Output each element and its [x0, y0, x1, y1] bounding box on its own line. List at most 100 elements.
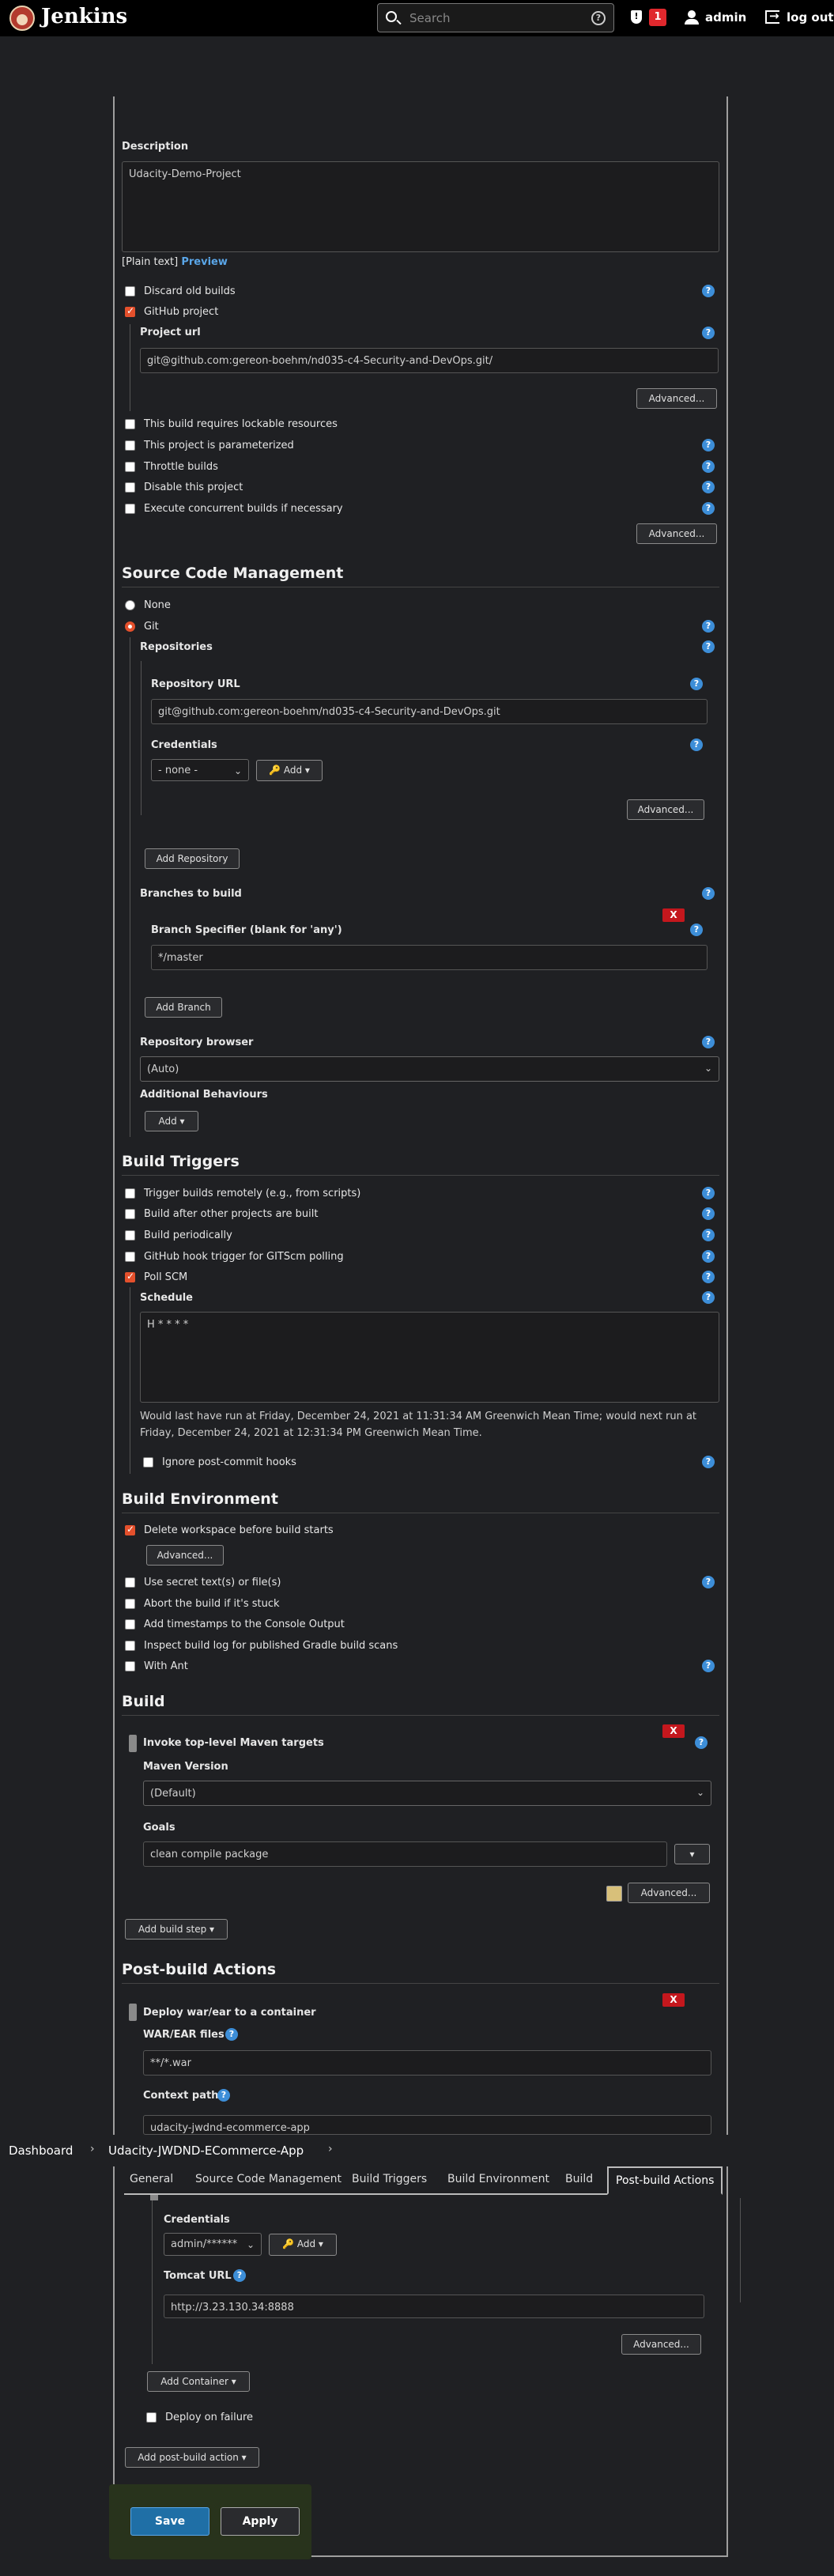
help-icon[interactable]: ?: [702, 887, 715, 900]
parameterized-checkbox[interactable]: [125, 440, 135, 451]
help-icon[interactable]: ?: [702, 1576, 715, 1588]
build-periodically-checkbox[interactable]: [125, 1230, 135, 1241]
tab-post-build-actions[interactable]: Post-build Actions: [607, 2166, 723, 2195]
security-shield-icon[interactable]: !: [631, 10, 642, 24]
help-icon[interactable]: ?: [702, 1456, 715, 1468]
help-icon[interactable]: ?: [702, 502, 715, 515]
timestamps-checkbox[interactable]: [125, 1619, 135, 1630]
tab-build-triggers[interactable]: Build Triggers: [352, 2173, 427, 2185]
schedule-textarea[interactable]: H * * * *: [140, 1312, 719, 1403]
scm-none-radio[interactable]: [125, 600, 135, 610]
add-credentials-button[interactable]: 🔑 Add ▾: [256, 760, 323, 781]
ignore-post-commit-checkbox[interactable]: [143, 1457, 153, 1467]
help-icon[interactable]: ?: [702, 640, 715, 653]
add-repository-button[interactable]: Add Repository: [145, 848, 240, 869]
help-icon[interactable]: ?: [702, 1036, 715, 1048]
help-icon[interactable]: ?: [702, 285, 715, 297]
advanced-button[interactable]: Advanced...: [146, 1545, 224, 1566]
help-icon[interactable]: ?: [702, 460, 715, 473]
advanced-button[interactable]: Advanced...: [628, 1883, 710, 1903]
help-icon[interactable]: ?: [702, 1660, 715, 1672]
tab-build[interactable]: Build: [565, 2173, 593, 2185]
apply-button[interactable]: Apply: [221, 2507, 300, 2536]
advanced-button[interactable]: Advanced...: [627, 799, 704, 820]
help-icon[interactable]: ?: [695, 1736, 708, 1749]
help-icon[interactable]: ?: [702, 481, 715, 493]
help-icon[interactable]: ?: [591, 11, 606, 25]
add-branch-button[interactable]: Add Branch: [145, 997, 222, 1018]
help-icon[interactable]: ?: [702, 1250, 715, 1263]
delete-workspace-checkbox[interactable]: [125, 1524, 135, 1535]
help-icon[interactable]: ?: [233, 2269, 246, 2282]
maven-version-select[interactable]: (Default) ⌄: [143, 1781, 711, 1806]
brand-title[interactable]: Jenkins: [41, 5, 127, 28]
notification-badge[interactable]: 1: [649, 9, 666, 26]
help-icon[interactable]: ?: [690, 924, 703, 936]
help-icon[interactable]: ?: [702, 1271, 715, 1283]
build-after-other-checkbox[interactable]: [125, 1209, 135, 1219]
with-ant-checkbox[interactable]: [125, 1661, 135, 1671]
credentials-select[interactable]: - none - ⌄: [151, 759, 249, 781]
deploy-on-failure-checkbox[interactable]: [146, 2412, 157, 2423]
github-project-checkbox[interactable]: [125, 305, 135, 317]
tab-general[interactable]: General: [130, 2173, 173, 2185]
preview-link[interactable]: Preview: [181, 256, 228, 268]
help-icon[interactable]: ?: [702, 439, 715, 451]
add-container-button[interactable]: Add Container ▾: [147, 2371, 250, 2392]
inspect-gradle-checkbox[interactable]: [125, 1641, 135, 1651]
add-post-build-action-button[interactable]: Add post-build action ▾: [125, 2447, 259, 2468]
concurrent-builds-checkbox[interactable]: [125, 504, 135, 514]
scm-git-radio[interactable]: [125, 621, 135, 632]
user-link[interactable]: admin: [705, 10, 746, 25]
advanced-button[interactable]: Advanced...: [636, 388, 717, 409]
disable-project-checkbox[interactable]: [125, 482, 135, 493]
help-icon[interactable]: ?: [690, 678, 703, 690]
tomcat-url-input[interactable]: http://3.23.130.34:8888: [164, 2295, 704, 2318]
breadcrumb-dashboard[interactable]: Dashboard: [9, 2144, 73, 2158]
secret-text-checkbox[interactable]: [125, 1577, 135, 1588]
help-icon[interactable]: ?: [702, 1187, 715, 1199]
help-icon[interactable]: ?: [217, 2089, 230, 2102]
help-icon[interactable]: ?: [702, 1207, 715, 1220]
help-icon[interactable]: ?: [702, 1229, 715, 1241]
add-behaviour-button[interactable]: Add ▾: [145, 1111, 198, 1131]
drag-handle[interactable]: [129, 2004, 137, 2021]
help-icon[interactable]: ?: [690, 738, 703, 751]
goals-input[interactable]: clean compile package: [143, 1841, 667, 1867]
help-icon[interactable]: ?: [225, 2028, 238, 2041]
context-path-input[interactable]: udacity-jwdnd-ecommerce-app: [143, 2115, 711, 2135]
delete-branch-button[interactable]: X: [662, 908, 685, 922]
repository-browser-select[interactable]: (Auto) ⌄: [140, 1056, 719, 1082]
delete-build-step-button[interactable]: X: [662, 1724, 685, 1738]
advanced-button[interactable]: Advanced...: [636, 523, 717, 544]
github-hook-checkbox[interactable]: [125, 1252, 135, 1262]
branch-specifier-input[interactable]: */master: [151, 945, 708, 970]
trigger-remote-checkbox[interactable]: [125, 1188, 135, 1199]
war-files-input[interactable]: **/*.war: [143, 2050, 711, 2076]
throttle-builds-checkbox[interactable]: [125, 462, 135, 472]
abort-stuck-checkbox[interactable]: [125, 1599, 135, 1609]
jenkins-logo[interactable]: [9, 6, 35, 31]
search-input[interactable]: [409, 10, 583, 26]
notepad-icon[interactable]: [606, 1886, 622, 1902]
poll-scm-checkbox[interactable]: [125, 1271, 135, 1282]
drag-handle[interactable]: [129, 1735, 137, 1752]
lockable-resources-checkbox[interactable]: [125, 419, 135, 429]
container-credentials-select[interactable]: admin/****** ⌄: [164, 2233, 262, 2256]
repository-url-input[interactable]: git@github.com:gereon-boehm/nd035-c4-Sec…: [151, 699, 708, 724]
advanced-button[interactable]: Advanced...: [621, 2334, 701, 2355]
save-button[interactable]: Save: [130, 2507, 209, 2536]
expand-goals-button[interactable]: ▾: [674, 1844, 710, 1864]
project-url-input[interactable]: git@github.com:gereon-boehm/nd035-c4-Sec…: [140, 348, 719, 373]
add-build-step-button[interactable]: Add build step ▾: [125, 1919, 228, 1940]
tab-source-code-management[interactable]: Source Code Management: [195, 2173, 342, 2185]
breadcrumb-chevron-icon[interactable]: ›: [328, 2143, 333, 2155]
discard-old-builds-checkbox[interactable]: [125, 286, 135, 297]
delete-post-build-button[interactable]: X: [662, 1993, 685, 2007]
logout-link[interactable]: log out: [787, 10, 834, 25]
help-icon[interactable]: ?: [702, 620, 715, 633]
drag-handle[interactable]: [150, 2195, 158, 2200]
breadcrumb-project[interactable]: Udacity-JWDND-ECommerce-App: [108, 2144, 304, 2158]
help-icon[interactable]: ?: [702, 327, 715, 339]
description-textarea[interactable]: Udacity-Demo-Project: [122, 161, 719, 252]
